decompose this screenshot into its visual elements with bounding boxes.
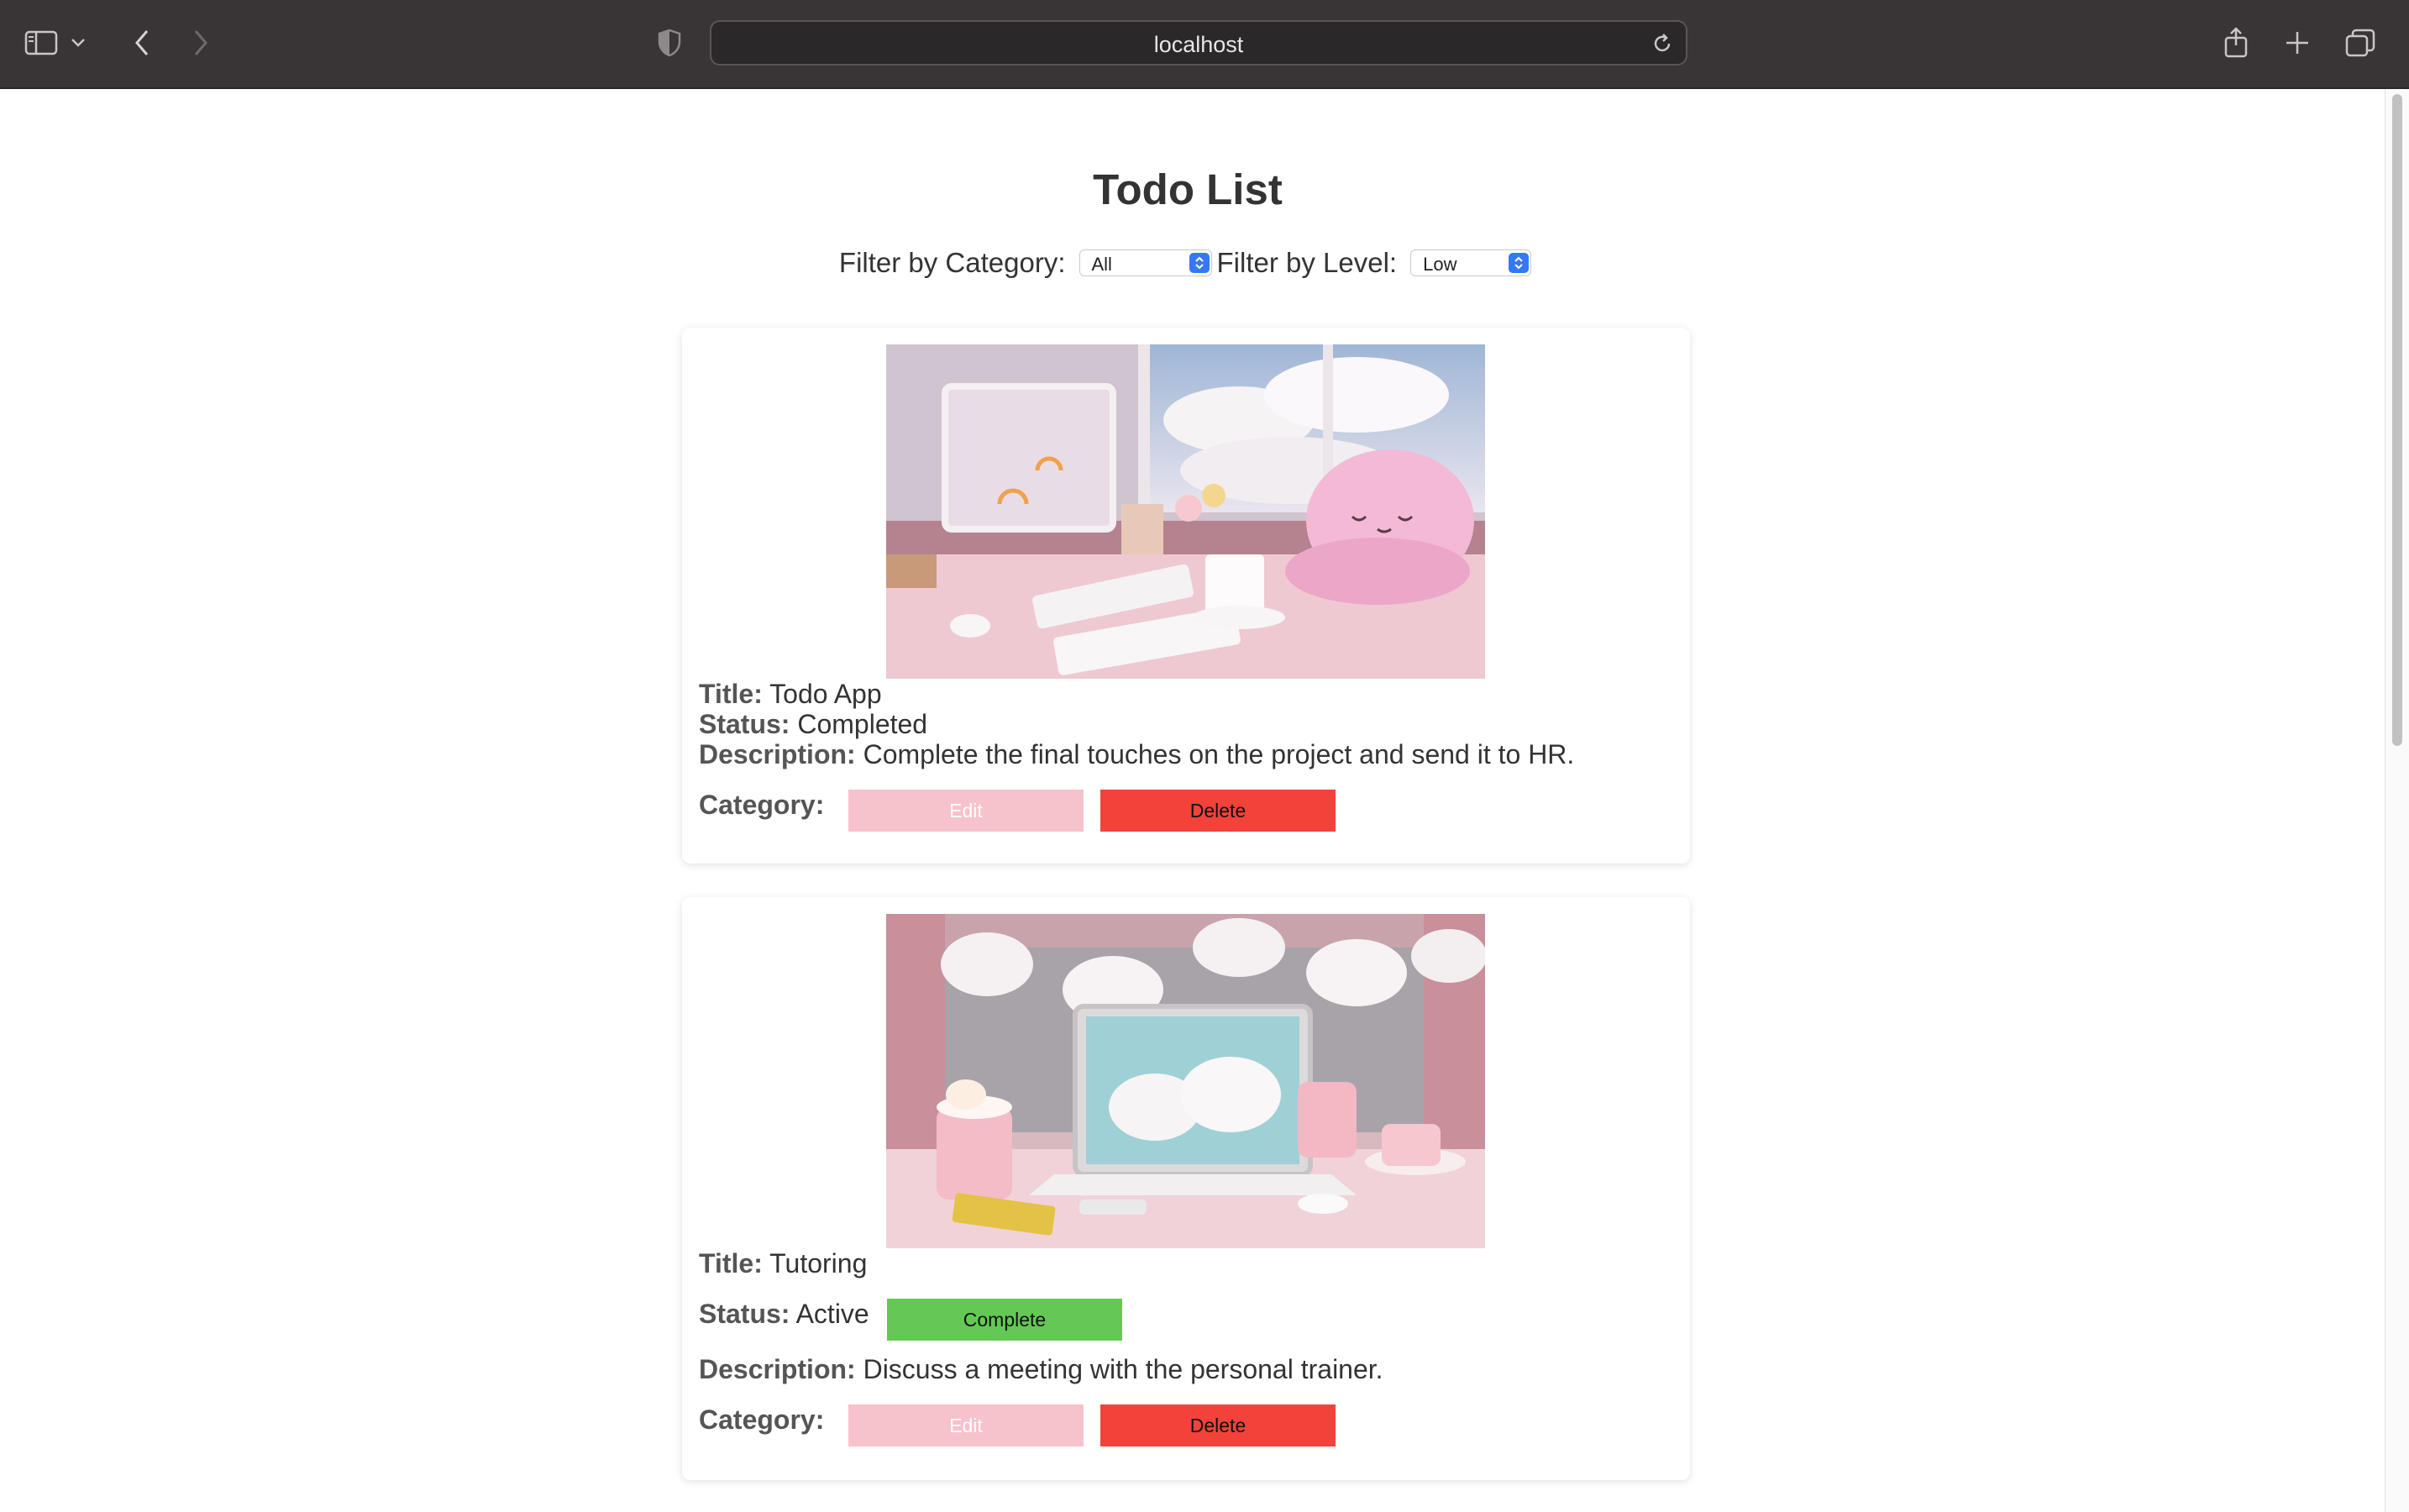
edit-button[interactable]: Edit: [848, 1404, 1084, 1446]
level-filter-select[interactable]: Low: [1410, 249, 1532, 276]
address-bar[interactable]: localhost: [710, 20, 1687, 66]
back-icon[interactable]: [121, 22, 163, 64]
scrollbar-thumb[interactable]: [2392, 94, 2402, 746]
todo-title: Title: Todo App: [699, 679, 882, 710]
todo-title-value: Tutoring: [769, 1248, 868, 1278]
category-label: Category:: [699, 1404, 825, 1435]
title-label: Title:: [699, 679, 763, 709]
new-tab-icon[interactable]: [2276, 22, 2318, 64]
complete-button[interactable]: Complete: [887, 1299, 1122, 1341]
todo-title-value: Todo App: [769, 679, 882, 709]
filter-level-label: Filter by Level:: [1216, 247, 1398, 278]
delete-button[interactable]: Delete: [1100, 790, 1336, 832]
todo-title: Title: Tutoring: [699, 1248, 867, 1279]
todo-description-value: Complete the final touches on the projec…: [863, 739, 1575, 769]
todo-description: Description: Complete the final touches …: [699, 739, 1574, 770]
page-title: Todo List: [1093, 165, 1283, 213]
todo-status: Status: Completed: [699, 709, 927, 740]
todo-description: Description: Discuss a meeting with the …: [699, 1354, 1383, 1385]
vertical-scrollbar[interactable]: [2385, 89, 2409, 1512]
category-filter-select[interactable]: All: [1079, 249, 1212, 276]
filter-category-label: Filter by Category:: [838, 247, 1066, 278]
category-label: Category:: [699, 790, 825, 820]
sidebar-toggle-icon[interactable]: [20, 22, 62, 64]
status-label: Status:: [699, 1299, 790, 1329]
privacy-shield-icon[interactable]: [648, 22, 690, 64]
todo-category: Category:: [699, 790, 824, 821]
description-label: Description:: [699, 739, 856, 769]
url-text: localhost: [1153, 32, 1244, 57]
todo-category: Category:: [699, 1404, 824, 1436]
status-label: Status:: [699, 709, 790, 739]
category-filter-value: All: [1091, 254, 1112, 275]
todo-status: Status: Active: [699, 1299, 869, 1330]
tab-overview-icon[interactable]: [2339, 22, 2381, 64]
todo-image: [886, 914, 1485, 1248]
share-icon[interactable]: [2215, 22, 2257, 64]
select-arrows-icon: [1509, 253, 1530, 273]
filter-bar: Filter by Category: All Filter by Level:…: [0, 247, 2375, 279]
todo-card: Title: Tutoring Status: Active Complete …: [682, 897, 1690, 1480]
todo-description-value: Discuss a meeting with the personal trai…: [863, 1354, 1383, 1384]
todo-card: Title: Todo App Status: Completed Descri…: [682, 328, 1690, 864]
level-filter-value: Low: [1423, 254, 1457, 275]
chevron-down-icon[interactable]: [66, 22, 91, 64]
forward-icon[interactable]: [180, 22, 222, 64]
description-label: Description:: [699, 1354, 856, 1384]
todo-image: [886, 344, 1485, 679]
select-arrows-icon: [1189, 253, 1210, 273]
edit-button[interactable]: Edit: [848, 790, 1084, 832]
browser-toolbar: localhost: [0, 0, 2409, 89]
delete-button[interactable]: Delete: [1100, 1404, 1336, 1446]
todo-status-value: Active: [795, 1299, 869, 1329]
title-label: Title:: [699, 1248, 763, 1278]
reload-icon[interactable]: [1651, 32, 1674, 55]
todo-status-value: Completed: [797, 709, 928, 739]
